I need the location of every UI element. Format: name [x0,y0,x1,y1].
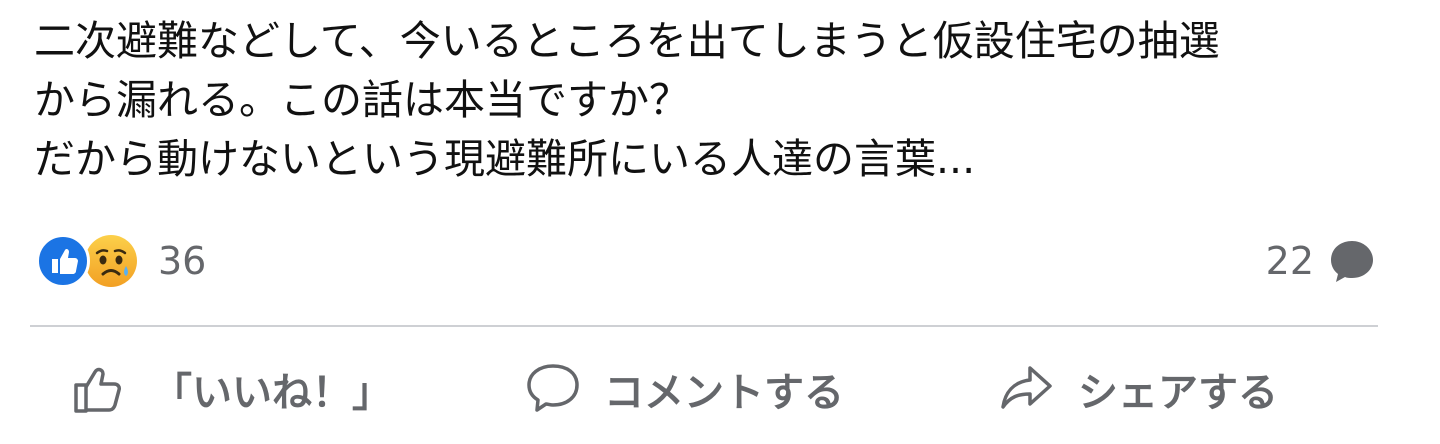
like-reaction-icon [36,234,90,288]
share-button-label: シェアする [1078,370,1278,416]
like-button[interactable]: 「いいね！」 [70,344,392,434]
post-text-line-2: から漏れる。この話は本当ですか？ [34,76,690,124]
post-text-line-1: 二次避難などして、今いるところを出てしまうと仮設住宅の抽選 [34,17,1220,65]
post-text-line-3: だから動けないという現避難所にいる人達の言葉... [34,135,976,183]
comment-icon [524,360,582,418]
thumbs-up-icon [70,359,130,419]
comment-button-label: コメントする [604,370,844,416]
comment-button[interactable]: コメントする [524,344,844,434]
action-bar: 「いいね！」 コメントする シェアする [0,344,1440,434]
reaction-count: 36 [158,239,207,283]
divider [30,325,1378,327]
comment-bubble-icon [1328,238,1376,284]
share-button[interactable]: シェアする [998,344,1278,434]
comments-summary[interactable]: 22 [1266,236,1376,286]
comment-count: 22 [1265,239,1314,283]
share-arrow-icon [998,360,1056,418]
post-text: 二次避難などして、今いるところを出てしまうと仮設住宅の抽選 から漏れる。この話は… [34,12,1414,189]
sad-face-icon [84,234,138,288]
like-button-label: 「いいね！」 [152,370,392,416]
reactions-summary[interactable]: 36 [36,233,206,289]
